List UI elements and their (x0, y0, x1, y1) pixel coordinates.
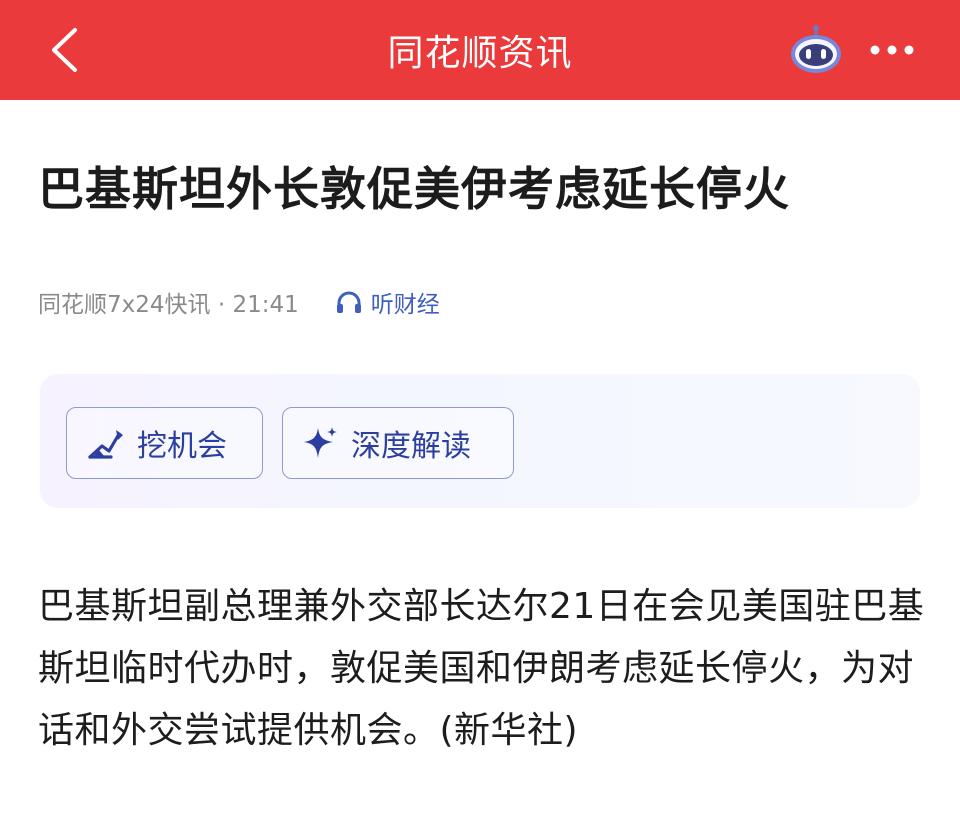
more-dots-icon (870, 45, 914, 55)
back-button[interactable] (36, 22, 92, 78)
assistant-button[interactable] (786, 24, 846, 76)
dig-opportunity-label: 挖机会 (137, 429, 227, 464)
sparkle-icon (303, 425, 339, 461)
robot-icon (791, 25, 841, 73)
article-meta: 同花顺7x24快讯 · 21:41 听财经 (38, 282, 440, 322)
article-body: 巴基斯坦副总理兼外交部长达尔21日在会见美国驻巴基斯坦临时代办时，敦促美国和伊朗… (38, 586, 925, 751)
excavator-icon (87, 426, 125, 460)
more-button[interactable] (860, 30, 924, 70)
page-title: 同花顺资讯 (387, 33, 573, 74)
headphones-icon (336, 291, 361, 313)
top-nav-bar: 同花顺资讯 (0, 0, 960, 100)
deep-analysis-label: 深度解读 (351, 429, 471, 464)
ai-actions-card: 挖机会 深度解读 (40, 374, 920, 508)
article-title: 巴基斯坦外长敦促美伊考虑延长停火 (38, 162, 790, 216)
dig-opportunity-button[interactable]: 挖机会 (66, 407, 263, 479)
article-page: 同花顺资讯 巴基斯坦外长敦促美伊考虑延长停火 同花顺7x24快讯 · 21:41 (0, 0, 960, 833)
source-and-time: 同花顺7x24快讯 · 21:41 (38, 292, 299, 318)
chevron-left-icon (52, 28, 77, 72)
listen-button[interactable]: 听财经 (335, 285, 440, 319)
listen-label: 听财经 (370, 292, 440, 318)
deep-analysis-button[interactable]: 深度解读 (282, 407, 514, 479)
